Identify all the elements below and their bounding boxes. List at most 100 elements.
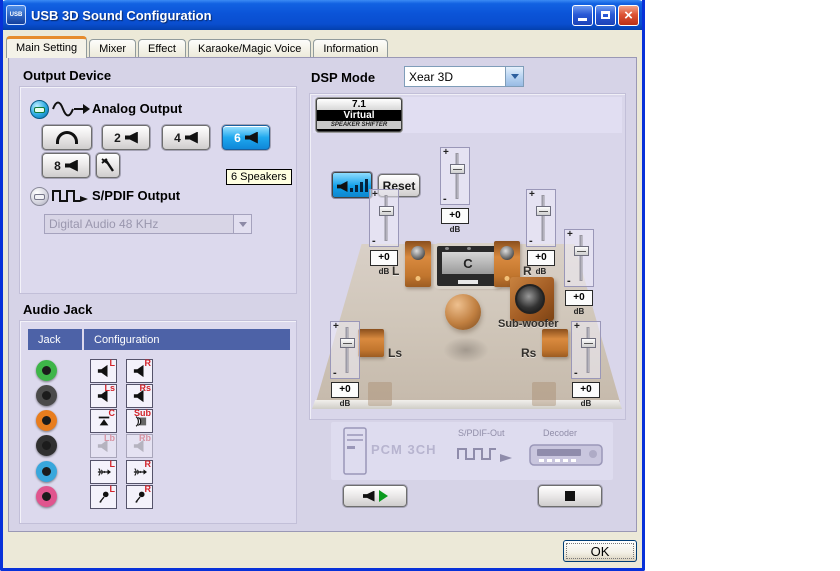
subwoofer-db-value: +0 <box>565 290 593 306</box>
orange-jack-icon <box>36 410 57 431</box>
headphone-output-button[interactable] <box>42 125 92 150</box>
analog-output-label: Analog Output <box>92 101 183 116</box>
slider-thumb[interactable] <box>339 338 355 348</box>
tab-bar: Main Setting Mixer Effect Karaoke/Magic … <box>6 36 390 58</box>
tooltip: 6 Speakers <box>226 169 292 185</box>
ok-button[interactable]: OK <box>563 540 637 562</box>
front-right-speaker-config-icon: R <box>126 359 153 383</box>
window-title: USB 3D Sound Configuration <box>31 7 212 23</box>
speaker-icon <box>124 131 138 144</box>
pcm-channels-label: PCM 3CH <box>371 442 437 457</box>
virtual-speaker-shifter-button[interactable]: 7.1 Virtual SPEAKER SHIFTER <box>316 98 402 132</box>
slider-thumb[interactable] <box>535 206 551 216</box>
rear-right-reflection <box>532 382 556 406</box>
rear-left-reflection <box>368 382 392 406</box>
slider-thumb[interactable] <box>573 246 589 256</box>
rear-right-db-value: +0 <box>572 382 600 398</box>
pc-tower-icon <box>343 427 367 475</box>
main-setting-page: Output Device Analog Output 2 4 6 8 6 Sp… <box>8 57 637 532</box>
titlebar[interactable]: USB USB 3D Sound Configuration × <box>0 0 645 30</box>
green-jack-icon <box>36 360 57 381</box>
back-right-speaker-config-icon: Rb <box>126 434 153 458</box>
spdif-out-label: S/PDIF-Out <box>458 428 505 438</box>
tab-effect[interactable]: Effect <box>138 39 186 58</box>
cyan-jack-icon <box>36 461 57 482</box>
dialog-body: Main Setting Mixer Effect Karaoke/Magic … <box>3 30 642 568</box>
minimize-button[interactable] <box>572 4 593 26</box>
output-device-heading: Output Device <box>23 68 112 83</box>
6-speakers-button[interactable]: 6 <box>222 125 270 150</box>
play-icon <box>378 490 388 502</box>
output-device-panel: Analog Output 2 4 6 8 6 Speakers S/PDIF … <box>19 86 297 294</box>
subwoofer-speaker[interactable] <box>510 277 554 321</box>
screen: USB USB 3D Sound Configuration × Main Se… <box>0 0 840 571</box>
tab-main-setting[interactable]: Main Setting <box>6 36 88 58</box>
tab-mixer[interactable]: Mixer <box>89 39 137 58</box>
maximize-button[interactable] <box>595 4 616 26</box>
dropdown-arrow-icon <box>505 67 523 86</box>
2-speakers-button[interactable]: 2 <box>102 125 150 150</box>
front-right-db-value: +0 <box>527 250 555 266</box>
slider-thumb[interactable] <box>449 164 465 174</box>
mic-left-config-icon: L <box>90 485 117 509</box>
audio-jack-heading: Audio Jack <box>23 302 93 317</box>
back-left-speaker-config-icon: Lb <box>90 434 117 458</box>
spdif-out-panel: PCM 3CH S/PDIF-Out Decoder <box>331 422 613 480</box>
center-db-value: +0 <box>441 208 469 224</box>
sine-wave-icon <box>52 101 90 117</box>
tab-information[interactable]: Information <box>313 39 389 58</box>
analog-output-radio[interactable] <box>30 100 49 119</box>
front-right-volume-slider[interactable]: + - +0 dB <box>525 189 557 276</box>
dsp-mode-select[interactable]: Xear 3D <box>404 66 524 87</box>
rear-left-speaker[interactable] <box>358 329 384 357</box>
slider-thumb[interactable] <box>580 338 596 348</box>
play-test-button[interactable] <box>343 485 407 507</box>
decoder-label: Decoder <box>543 428 578 438</box>
close-icon: × <box>624 6 633 24</box>
rear-right-speaker-config-icon: Rs <box>126 384 153 408</box>
pink-jack-icon <box>36 486 57 507</box>
square-wave-icon <box>52 190 88 202</box>
rear-left-db-value: +0 <box>331 382 359 398</box>
slider-thumb[interactable] <box>378 206 394 216</box>
subwoofer-volume-slider[interactable]: + - +0 dB <box>563 229 595 316</box>
speaker-icon <box>244 131 258 144</box>
listener-head <box>445 294 481 330</box>
center-speaker-config-icon: C <box>90 409 117 433</box>
center-volume-slider[interactable]: + - +0 dB <box>439 147 471 234</box>
tab-karaoke-magic-voice[interactable]: Karaoke/Magic Voice <box>187 39 312 58</box>
front-left-speaker[interactable] <box>405 241 431 287</box>
spdif-output-label: S/PDIF Output <box>92 188 181 203</box>
black-jack-icon <box>36 435 57 456</box>
speaker-settings-button[interactable] <box>96 153 120 178</box>
rear-right-label: Rs <box>521 346 537 360</box>
center-speaker[interactable]: C <box>437 246 499 286</box>
4-speakers-button[interactable]: 4 <box>162 125 210 150</box>
subwoofer-config-icon: Sub <box>126 409 153 433</box>
rear-left-volume-slider[interactable]: + - +0 dB <box>329 321 361 408</box>
spdif-format-select: Digital Audio 48 KHz <box>44 214 252 234</box>
stop-icon <box>565 491 575 501</box>
line-in-right-config-icon: R <box>126 460 153 484</box>
rear-right-volume-slider[interactable]: + - +0 dB <box>570 321 602 408</box>
audio-jack-panel: Jack Configuration L R Ls Rs C Sub Lb Rb… <box>19 320 297 524</box>
column-header-configuration: Configuration <box>84 329 290 350</box>
spdif-wave-icon <box>457 448 512 462</box>
dropdown-arrow-icon <box>233 215 251 233</box>
speaker-test-panel: 7.1 Virtual SPEAKER SHIFTER Reset C L R … <box>309 93 626 420</box>
spdif-output-radio[interactable] <box>30 187 49 206</box>
gray-jack-icon <box>36 385 57 406</box>
minimize-icon <box>578 17 587 21</box>
mic-right-config-icon: R <box>126 485 153 509</box>
front-left-speaker-config-icon: L <box>90 359 117 383</box>
wrench-icon <box>101 157 114 172</box>
volume-button[interactable] <box>332 172 372 198</box>
listener-shadow <box>443 337 489 363</box>
8-speakers-button[interactable]: 8 <box>42 153 90 178</box>
maximize-icon <box>601 11 610 19</box>
front-left-volume-slider[interactable]: + - +0 dB <box>368 189 400 276</box>
line-in-left-config-icon: L <box>90 460 117 484</box>
rear-right-speaker[interactable] <box>542 329 568 357</box>
stop-test-button[interactable] <box>538 485 602 507</box>
close-button[interactable]: × <box>618 4 639 26</box>
